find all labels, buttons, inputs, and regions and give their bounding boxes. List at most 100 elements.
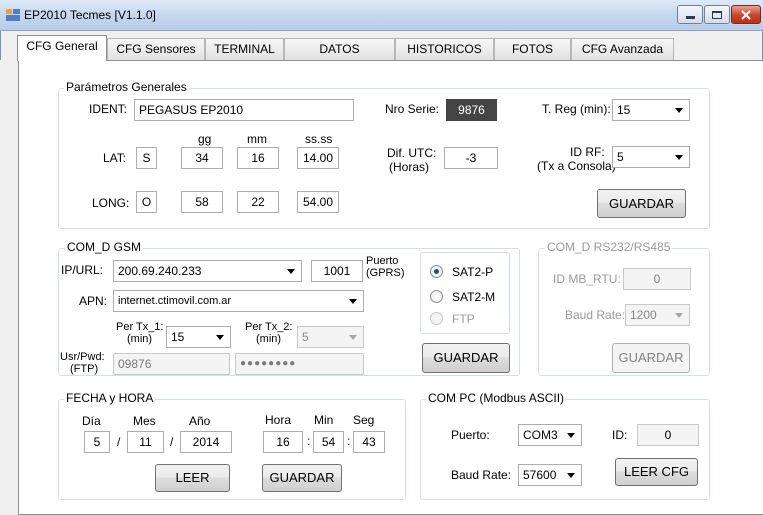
maximize-button[interactable] [704,5,730,24]
window-title: EP2010 Tecmes [V1.1.0] [24,8,156,22]
com-pc-puerto-select[interactable]: COM3 [518,424,582,446]
min-input[interactable]: 54 [313,431,344,453]
pertx2-select[interactable]: 5 [297,326,364,348]
seg-input[interactable]: 43 [353,431,385,453]
com-pc-puerto-label: Puerto: [451,428,490,442]
window-left-edge [0,60,18,515]
lat-label: LAT: [103,151,127,165]
long-mm-input[interactable]: 22 [237,191,279,213]
treg-value: 15 [617,103,631,117]
usr-pwd-sub-label: (FTP) [70,363,99,375]
id-rf-select[interactable]: 5 [612,146,690,168]
chevron-down-icon [675,108,683,113]
nro-serie-label: Nro Serie: [385,102,440,116]
parametros-guardar-button[interactable]: GUARDAR [597,189,686,218]
seg-label: Seg [353,413,375,427]
col-gg-label: gg [198,132,212,146]
ftp-password-input[interactable]: ●●●●●●●● [235,353,364,375]
id-mb-rtu-input[interactable]: 0 [623,268,691,290]
radio-sat2-p[interactable] [430,265,443,278]
rs232-guardar-button[interactable]: GUARDAR [612,343,690,373]
time-separator: : [347,434,351,448]
hora-input[interactable]: 16 [263,431,303,453]
pertx2-label: Per Tx_2: [245,321,293,333]
col-mm-label: mm [247,132,267,146]
tab-cfg-avanzada[interactable]: CFG Avanzada [571,38,674,60]
group-legend-gsm: COM_D GSM [65,240,144,254]
long-hemisphere-input[interactable]: O [136,191,157,213]
close-button[interactable] [731,5,761,24]
com-pc-baud-select[interactable]: 57600 [518,464,582,486]
minimize-icon [685,16,695,19]
group-legend-rs232: COM_D RS232/RS485 [545,240,673,254]
gsm-guardar-button[interactable]: GUARDAR [422,343,510,373]
ftp-user-input[interactable]: 09876 [113,353,230,375]
col-ss-label: ss.ss [305,132,333,146]
id-mb-rtu-label: ID MB_RTU: [553,272,621,286]
apn-label: APN: [79,294,108,308]
leer-cfg-button[interactable]: LEER CFG [615,458,698,486]
puerto-gprs-sub-label: (GPRS) [366,267,405,279]
ident-input[interactable]: PEGASUS EP2010 [134,99,354,121]
tab-terminal[interactable]: TERMINAL [205,38,284,60]
radio-ftp[interactable] [430,312,443,325]
puerto-gprs-input[interactable]: 1001 [311,260,363,282]
com-pc-baud-label: Baud Rate: [451,468,512,482]
tab-datos[interactable]: DATOS [284,38,395,60]
dia-input[interactable]: 5 [84,431,110,453]
long-label: LONG: [92,196,130,210]
com-pc-id-value: 0 [637,424,699,446]
chevron-down-icon [567,433,575,438]
long-gg-input[interactable]: 58 [181,191,223,213]
guardar-fecha-button[interactable]: GUARDAR [262,464,342,492]
chevron-down-icon [216,335,224,340]
pertx1-select[interactable]: 15 [166,326,231,348]
ipurl-label: IP/URL: [61,263,104,277]
chevron-down-icon [349,335,357,340]
leer-fecha-button[interactable]: LEER [155,464,230,492]
pertx1-label: Per Tx_1: [116,321,164,333]
radio-sat2-p-label: SAT2-P [452,265,494,279]
lat-hemisphere-input[interactable]: S [136,147,157,169]
ident-label: IDENT: [89,102,128,116]
radio-ftp-label: FTP [452,312,475,326]
lat-ss-input[interactable]: 14.00 [297,147,339,169]
lat-mm-input[interactable]: 16 [237,147,279,169]
id-rf-value: 5 [617,150,624,164]
time-separator: : [307,434,311,448]
radio-sat2-m[interactable] [430,290,443,303]
ano-input[interactable]: 2014 [180,431,232,453]
baud-rate-rs232-select[interactable]: 1200 [625,304,690,326]
tab-cfg-general[interactable]: CFG General [17,35,107,61]
id-rf-label: ID RF: [570,145,605,159]
date-separator: / [170,435,174,449]
nro-serie-value: 9876 [446,99,497,121]
mes-input[interactable]: 11 [127,431,164,453]
dif-utc-input[interactable]: -3 [444,147,498,169]
pertx2-value: 5 [302,330,309,344]
apn-select[interactable]: internet.ctimovil.com.ar [113,290,364,312]
ipurl-value: 200.69.240.233 [118,264,202,278]
close-icon [741,9,751,20]
chevron-down-icon [349,299,357,304]
id-rf-sub-label: (Tx a Consola) [537,159,616,173]
chevron-down-icon [287,269,295,274]
mes-label: Mes [133,414,156,428]
group-legend-fecha: FECHA y HORA [64,391,156,405]
treg-select[interactable]: 15 [612,99,690,121]
maximize-icon [712,10,722,19]
chevron-down-icon [567,473,575,478]
long-ss-input[interactable]: 54.00 [297,191,339,213]
dia-label: Día [82,414,101,428]
ipurl-select[interactable]: 200.69.240.233 [113,260,302,282]
tab-fotos[interactable]: FOTOS [494,38,571,60]
lat-gg-input[interactable]: 34 [181,147,223,169]
ano-label: Año [189,414,211,428]
tab-historicos[interactable]: HISTORICOS [395,38,494,60]
tab-cfg-sensores[interactable]: CFG Sensores [107,38,205,60]
com-pc-baud-value: 57600 [523,468,557,482]
minimize-button[interactable] [677,5,703,24]
apn-value: internet.ctimovil.com.ar [118,295,232,307]
com-pc-puerto-value: COM3 [523,428,558,442]
baud-rate-rs232-value: 1200 [630,308,657,322]
